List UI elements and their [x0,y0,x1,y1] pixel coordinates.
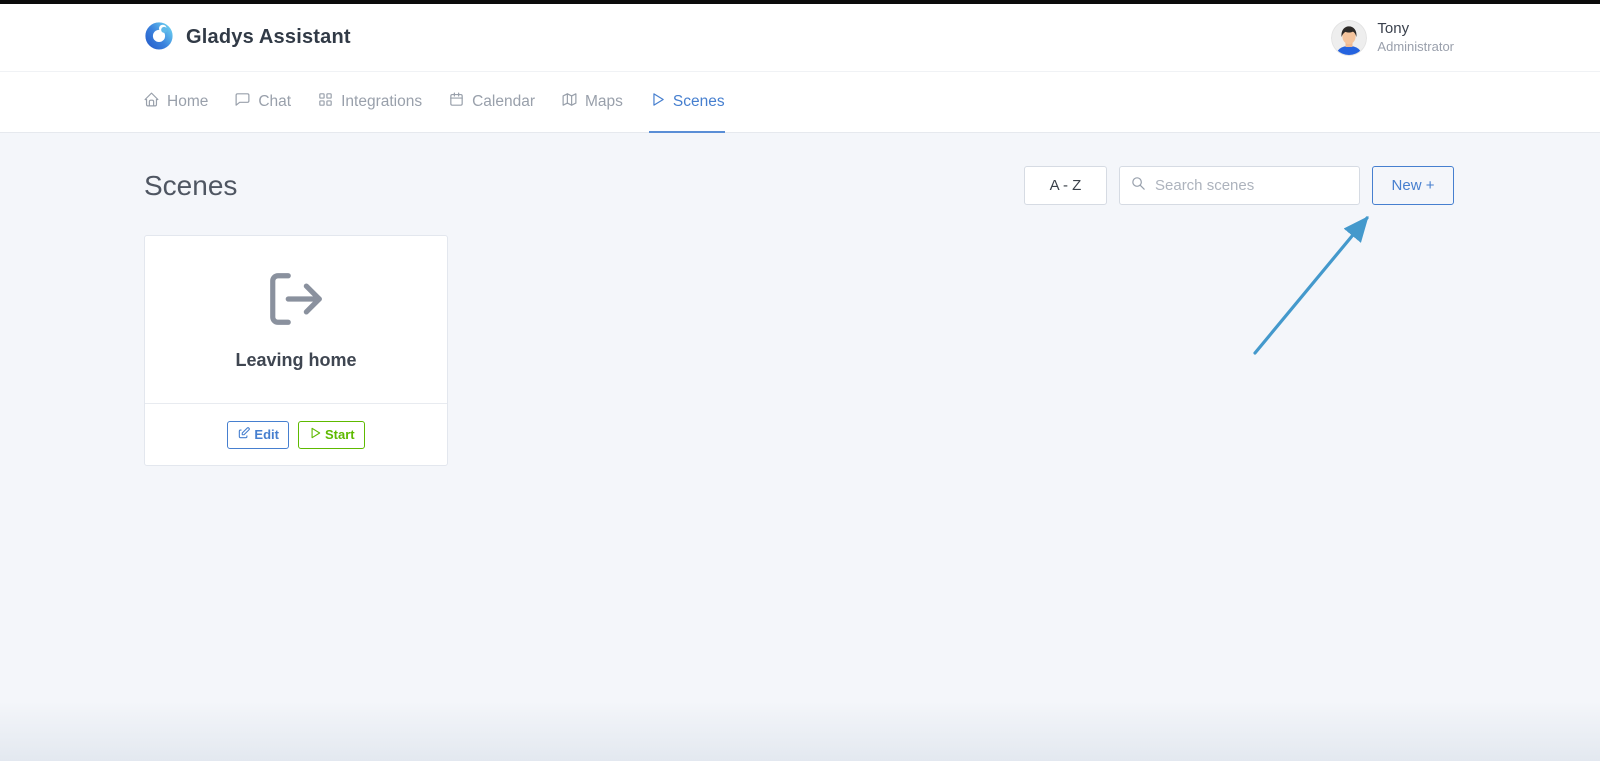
search-box [1119,166,1360,205]
nav-label: Chat [258,93,291,111]
page-header: Scenes A - Z New + [144,166,1454,205]
app-header: Gladys Assistant Tony Administrator [0,4,1600,72]
scene-name: Leaving home [235,350,356,371]
edit-scene-button[interactable]: Edit [227,421,289,449]
brand[interactable]: Gladys Assistant [144,20,351,55]
log-out-icon [265,268,327,330]
nav-item-chat[interactable]: Chat [234,72,291,133]
nav-label: Maps [585,93,623,111]
user-role: Administrator [1377,39,1454,55]
nav-item-calendar[interactable]: Calendar [448,72,535,133]
new-scene-button[interactable]: New + [1372,166,1454,205]
chat-icon [234,91,251,113]
edit-icon [237,426,251,443]
map-icon [561,91,578,113]
nav-item-integrations[interactable]: Integrations [317,72,422,133]
search-icon [1130,175,1147,197]
gladys-logo-icon [144,20,174,55]
app-title: Gladys Assistant [186,26,351,49]
start-label: Start [325,427,355,442]
nav-label: Integrations [341,93,422,111]
grid-icon [317,91,334,113]
scene-card: Leaving home Edit Start [144,235,448,466]
scenes-grid: Leaving home Edit Start [144,235,1454,466]
bottom-shade [0,701,1600,761]
nav-item-maps[interactable]: Maps [561,72,623,133]
nav-label: Home [167,93,208,111]
main-nav: Home Chat Integrations Calendar Maps Sce… [0,72,1600,133]
nav-item-scenes[interactable]: Scenes [649,72,725,133]
play-icon [649,91,666,113]
user-menu[interactable]: Tony Administrator [1331,20,1454,56]
start-scene-button[interactable]: Start [298,421,365,449]
edit-label: Edit [254,427,279,442]
user-name: Tony [1377,20,1454,39]
nav-item-home[interactable]: Home [143,72,208,133]
user-avatar [1331,20,1367,56]
main-content: Scenes A - Z New + Leaving home [0,133,1600,466]
sort-value: A - Z [1050,177,1082,194]
scene-card-body[interactable]: Leaving home [145,236,447,403]
calendar-icon [448,91,465,113]
scene-card-footer: Edit Start [145,403,447,465]
search-input[interactable] [1155,177,1349,194]
sort-select[interactable]: A - Z [1024,166,1107,205]
nav-label: Scenes [673,93,725,111]
nav-label: Calendar [472,93,535,111]
page-title: Scenes [144,170,237,202]
toolbar: A - Z New + [1024,166,1454,205]
home-icon [143,91,160,113]
play-icon [308,426,322,443]
